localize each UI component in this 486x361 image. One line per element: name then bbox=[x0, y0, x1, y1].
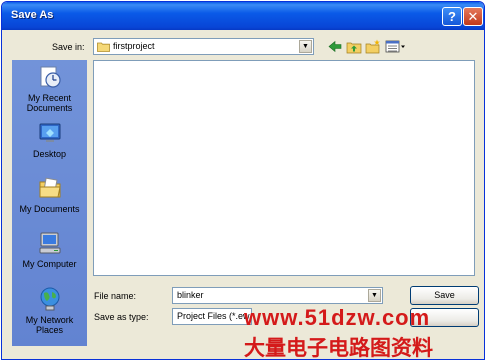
back-icon[interactable] bbox=[327, 39, 343, 54]
recent-documents-icon bbox=[40, 66, 61, 88]
my-documents-icon bbox=[39, 177, 61, 198]
close-icon: ✕ bbox=[467, 9, 479, 24]
chevron-down-icon[interactable]: ▼ bbox=[368, 289, 381, 302]
view-menu-icon[interactable] bbox=[385, 39, 407, 54]
save-in-value: firstproject bbox=[113, 41, 155, 51]
place-label: My Computer bbox=[22, 259, 77, 269]
place-my-computer[interactable]: My Computer bbox=[12, 230, 87, 269]
network-places-icon bbox=[40, 287, 59, 311]
places-bar: My Recent Documents Desktop My Documents bbox=[12, 60, 87, 346]
file-list[interactable] bbox=[93, 60, 475, 276]
place-my-network-places[interactable]: My Network Places bbox=[12, 286, 87, 335]
file-name-label: File name: bbox=[94, 291, 137, 301]
file-name-value: blinker bbox=[177, 290, 204, 300]
watermark-url: www.51dzw.com bbox=[244, 305, 431, 330]
place-label: My Network Places bbox=[25, 315, 74, 335]
save-in-dropdown[interactable]: firstproject ▼ bbox=[93, 38, 314, 55]
place-desktop[interactable]: Desktop bbox=[12, 120, 87, 159]
place-my-recent-documents[interactable]: My Recent Documents bbox=[12, 64, 87, 113]
watermark-chinese-text: 大量电子电路图资料 bbox=[244, 337, 433, 360]
up-folder-icon[interactable] bbox=[346, 39, 362, 54]
title-bar[interactable]: Save As ? ✕ bbox=[2, 2, 484, 30]
window-title: Save As bbox=[11, 9, 54, 21]
desktop-icon bbox=[39, 123, 60, 142]
save-as-type-dropdown[interactable]: Project Files (*.ew bbox=[172, 308, 252, 325]
close-button[interactable]: ✕ bbox=[463, 7, 483, 26]
place-my-documents[interactable]: My Documents bbox=[12, 175, 87, 214]
file-name-input[interactable]: blinker ▼ bbox=[172, 287, 383, 304]
my-computer-icon bbox=[39, 232, 60, 254]
chevron-down-icon[interactable]: ▼ bbox=[299, 40, 312, 53]
save-as-type-label: Save as type: bbox=[94, 312, 149, 322]
help-icon: ? bbox=[448, 9, 456, 24]
place-label: My Documents bbox=[19, 204, 80, 214]
place-label: My Recent Documents bbox=[26, 93, 73, 113]
save-as-type-value: Project Files (*.ew bbox=[177, 311, 250, 321]
place-label: Desktop bbox=[32, 149, 67, 159]
save-in-label: Save in: bbox=[52, 42, 85, 52]
help-button[interactable]: ? bbox=[442, 7, 462, 26]
new-folder-icon[interactable] bbox=[365, 39, 381, 54]
save-button[interactable]: Save bbox=[410, 286, 479, 305]
folder-icon bbox=[97, 42, 110, 52]
